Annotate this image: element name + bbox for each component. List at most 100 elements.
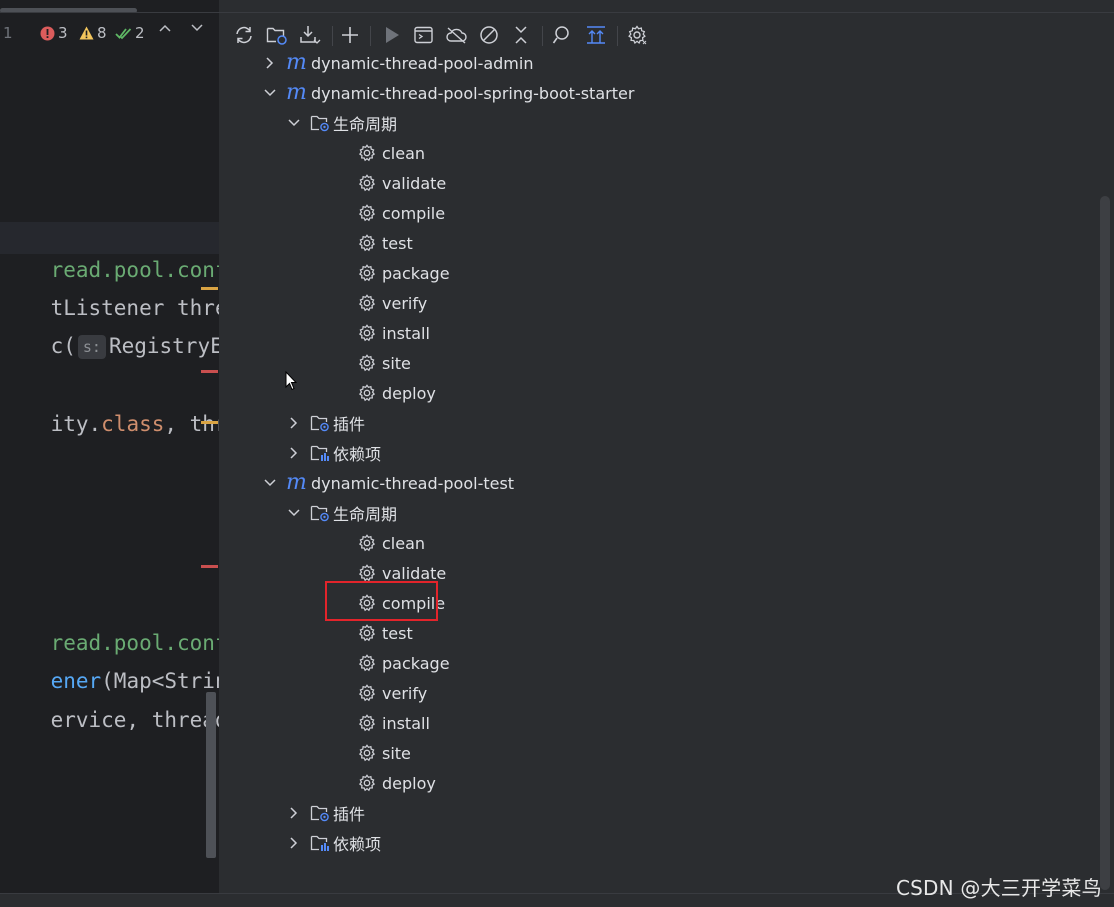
- generate-sources-button[interactable]: [262, 18, 292, 52]
- expand-toggle[interactable]: [262, 475, 278, 491]
- tree-folder[interactable]: 插件: [286, 799, 365, 827]
- code-editor[interactable]: 1 3 8 2 read.pool.config tListener threa…: [0, 0, 219, 906]
- lifecycle-goal-test[interactable]: test: [310, 619, 413, 647]
- watermark: CSDN @大三开学菜鸟: [896, 876, 1102, 900]
- lifecycle-goal-compile[interactable]: compile: [310, 199, 445, 227]
- tree-folder[interactable]: 插件: [286, 409, 365, 437]
- line-number: 1: [3, 24, 13, 42]
- tree-item-label: verify: [382, 683, 428, 703]
- code-line-2[interactable]: tListener thread: [0, 260, 219, 320]
- expand-toggle[interactable]: [262, 55, 278, 71]
- expand-toggle[interactable]: [262, 85, 278, 101]
- tree-item-label: site: [382, 743, 411, 763]
- goal-icon-wrap: [358, 264, 376, 282]
- gear-icon: [358, 654, 376, 672]
- lifecycle-goal-validate[interactable]: validate: [310, 169, 446, 197]
- warning-stripe[interactable]: [201, 421, 218, 424]
- tree-item-label: clean: [382, 143, 426, 163]
- maven-module[interactable]: m dynamic-thread-pool-admin: [262, 49, 533, 77]
- goal-icon-wrap: [358, 684, 376, 702]
- tree-item-label: package: [382, 653, 450, 673]
- tree-folder[interactable]: 依赖项: [286, 439, 381, 467]
- lifecycle-folder-icon: [310, 505, 329, 522]
- warning-indicator[interactable]: 8: [79, 24, 107, 42]
- tree-vertical-scrollbar[interactable]: [1100, 196, 1110, 890]
- chevron-right-icon: [290, 447, 298, 459]
- mouse-cursor-icon: [285, 371, 297, 391]
- collapse-all-button[interactable]: [506, 18, 536, 52]
- error-stripe[interactable]: [201, 370, 218, 373]
- error-stripe[interactable]: [201, 565, 218, 568]
- previous-highlight-button[interactable]: [159, 24, 171, 32]
- code-line-6[interactable]: ener(Map<String,: [0, 633, 219, 693]
- code-line-7[interactable]: ervice, threadPo: [0, 672, 219, 732]
- tree-item-label: dynamic-thread-pool-spring-boot-starter: [311, 83, 635, 103]
- skip-tests-button[interactable]: [474, 18, 504, 52]
- run-button[interactable]: [377, 18, 407, 52]
- expand-toggle[interactable]: [286, 835, 302, 851]
- download-sources-button[interactable]: [295, 18, 325, 52]
- tree-folder[interactable]: 生命周期: [286, 109, 397, 137]
- lifecycle-goal-package[interactable]: package: [310, 259, 450, 287]
- code-line-1[interactable]: read.pool.config: [0, 222, 219, 282]
- next-highlight-button[interactable]: [191, 24, 203, 32]
- tree-item-label: clean: [382, 533, 426, 553]
- tree-item-label: site: [382, 353, 411, 373]
- code-line-3[interactable]: c(s:RegistryEnum: [0, 298, 219, 359]
- code-text: ervice, threadPo: [50, 708, 219, 732]
- execute-goal-button[interactable]: [409, 18, 439, 52]
- gear-icon: [358, 324, 376, 342]
- reload-button[interactable]: [229, 18, 259, 52]
- chevron-right-icon: [290, 837, 298, 849]
- lifecycle-goal-install[interactable]: install: [310, 319, 430, 347]
- lifecycle-goal-deploy[interactable]: deploy: [310, 379, 436, 407]
- editor-vertical-scrollbar[interactable]: [206, 692, 216, 858]
- offline-mode-button[interactable]: [442, 18, 472, 52]
- code-text: , threa: [164, 412, 219, 436]
- maven-module[interactable]: m dynamic-thread-pool-spring-boot-starter: [262, 79, 634, 107]
- tree-item-label: 插件: [333, 805, 366, 824]
- tree-item-label: 生命周期: [333, 115, 398, 134]
- lifecycle-goal-package[interactable]: package: [310, 649, 450, 677]
- code-text: RegistryEnum: [108, 334, 219, 358]
- editor-divider: [0, 12, 219, 13]
- code-text: c(: [50, 334, 76, 358]
- expand-toggle[interactable]: [286, 415, 302, 431]
- goal-icon-wrap: [358, 714, 376, 732]
- dependencies-folder-icon: [310, 835, 329, 851]
- ok-count: 2: [135, 24, 145, 42]
- goal-icon-wrap: [358, 654, 376, 672]
- tree-folder[interactable]: 生命周期: [286, 499, 397, 527]
- lifecycle-goal-site[interactable]: site: [310, 739, 411, 767]
- maven-settings-button[interactable]: [622, 18, 652, 52]
- add-maven-project-button[interactable]: [335, 18, 365, 52]
- folder-icon-wrap: [310, 444, 330, 462]
- cloud-off-icon: [446, 27, 467, 44]
- lifecycle-goal-clean[interactable]: clean: [310, 139, 425, 167]
- error-indicator[interactable]: 3: [40, 24, 68, 42]
- lifecycle-goal-test[interactable]: test: [310, 229, 413, 257]
- warning-stripe[interactable]: [201, 287, 218, 290]
- chevron-down-icon: [264, 479, 276, 487]
- analyze-dependencies-button[interactable]: [547, 18, 577, 52]
- goal-icon-wrap: [358, 624, 376, 642]
- maven-module[interactable]: m dynamic-thread-pool-test: [262, 469, 514, 497]
- show-dependencies-button[interactable]: [581, 18, 611, 52]
- lifecycle-goal-deploy[interactable]: deploy: [310, 769, 436, 797]
- tree-item-label: deploy: [382, 383, 436, 403]
- expand-toggle[interactable]: [286, 115, 302, 131]
- lifecycle-goal-verify[interactable]: verify: [310, 679, 427, 707]
- expand-toggle[interactable]: [286, 505, 302, 521]
- double-check-icon: [115, 28, 132, 40]
- lifecycle-goal-clean[interactable]: clean: [310, 529, 425, 557]
- weak-warning-indicator[interactable]: 2: [115, 24, 145, 42]
- lifecycle-goal-install[interactable]: install: [310, 709, 430, 737]
- collapse-icon: [515, 26, 527, 44]
- code-line-5[interactable]: read.pool.config: [0, 595, 219, 655]
- tree-folder[interactable]: 依赖项: [286, 829, 381, 857]
- lifecycle-goal-verify[interactable]: verify: [310, 289, 427, 317]
- code-line-4[interactable]: ity.class, threa: [0, 376, 219, 436]
- lifecycle-goal-site[interactable]: site: [310, 349, 411, 377]
- expand-toggle[interactable]: [286, 445, 302, 461]
- expand-toggle[interactable]: [286, 805, 302, 821]
